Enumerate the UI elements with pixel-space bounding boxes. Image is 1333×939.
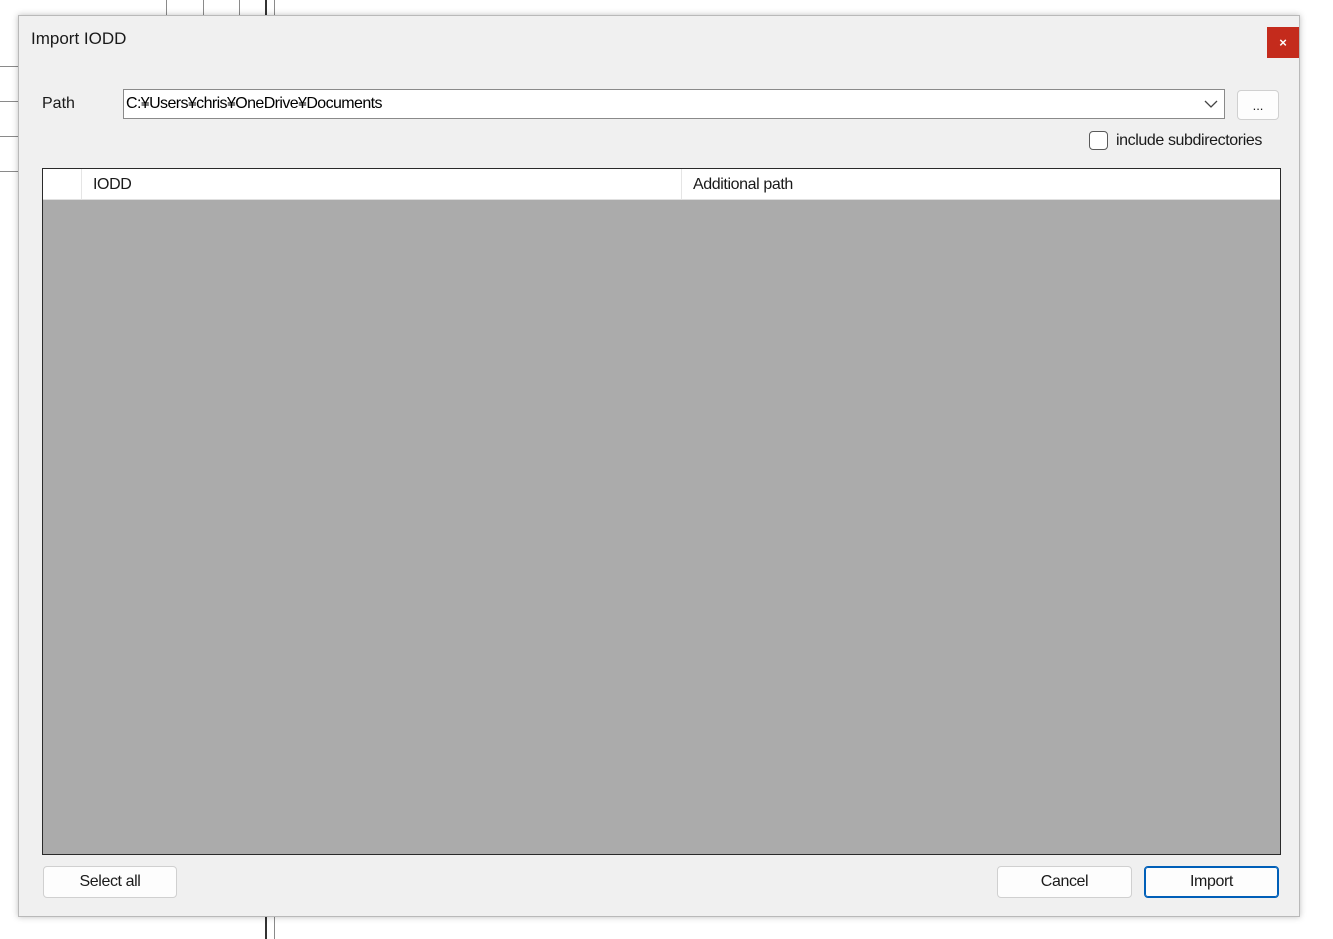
background-divider: [265, 917, 267, 939]
iodd-grid[interactable]: IODD Additional path: [42, 168, 1281, 855]
select-all-button[interactable]: Select all: [43, 866, 177, 898]
column-header-additional-path[interactable]: Additional path: [682, 169, 1280, 199]
cancel-button[interactable]: Cancel: [997, 866, 1132, 898]
browse-button[interactable]: ...: [1237, 90, 1279, 120]
path-input[interactable]: [126, 92, 1196, 116]
background-divider: [0, 171, 18, 172]
include-subdirectories-label[interactable]: include subdirectories: [1116, 132, 1262, 150]
import-iodd-dialog: Import IODD × Path ... include subdirect…: [18, 15, 1300, 917]
background-divider: [274, 0, 275, 15]
background-divider: [203, 0, 204, 15]
background-divider: [0, 66, 18, 67]
background-divider: [0, 136, 18, 137]
chevron-down-icon[interactable]: [1202, 95, 1220, 113]
title-bar[interactable]: Import IODD ×: [19, 16, 1299, 62]
background-divider: [274, 917, 275, 939]
include-subdirectories-checkbox[interactable]: [1089, 131, 1108, 150]
column-header-iodd[interactable]: IODD: [82, 169, 682, 199]
column-header-select[interactable]: [43, 169, 82, 199]
import-button[interactable]: Import: [1144, 866, 1279, 898]
background-divider: [0, 101, 18, 102]
close-icon: ×: [1279, 35, 1287, 50]
path-combobox[interactable]: [123, 89, 1225, 119]
background-divider: [265, 0, 267, 15]
window-title: Import IODD: [31, 29, 127, 48]
grid-header: IODD Additional path: [43, 169, 1280, 200]
background-divider: [166, 0, 167, 15]
background-divider: [239, 0, 240, 15]
path-label: Path: [42, 95, 75, 112]
close-button[interactable]: ×: [1267, 27, 1299, 58]
